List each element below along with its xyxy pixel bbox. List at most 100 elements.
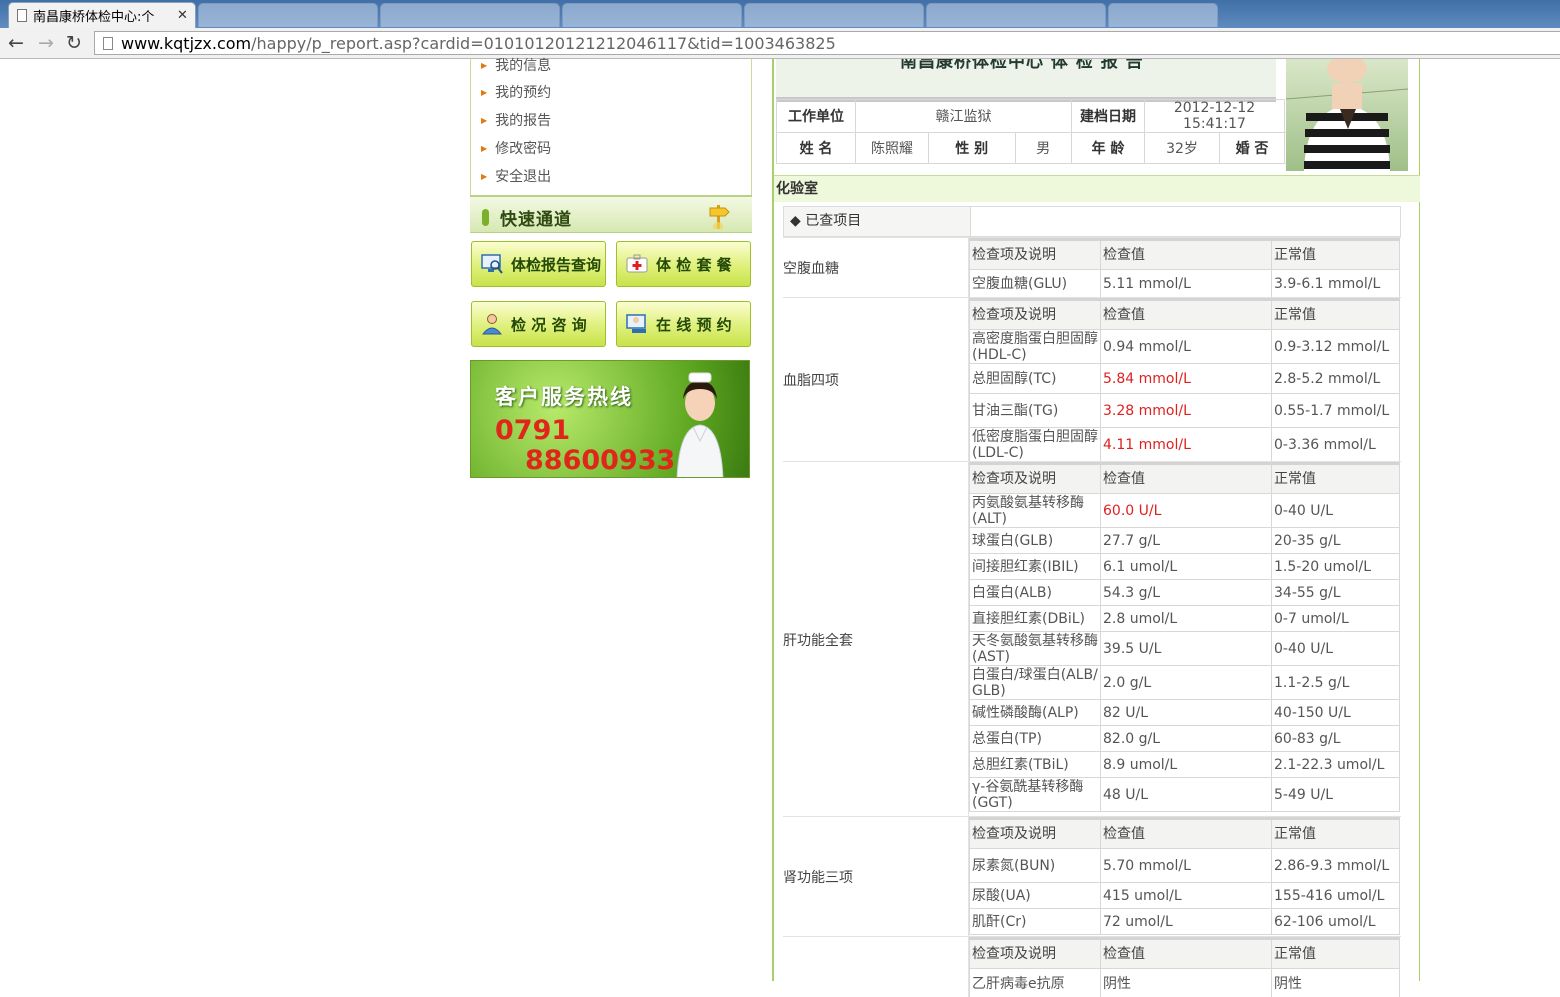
table-row: 间接胆红素(IBIL)6.1 umol/L1.5-20 umol/L bbox=[970, 554, 1400, 580]
tab-background[interactable] bbox=[744, 3, 924, 27]
menu-item-label: 修改密码 bbox=[495, 138, 551, 158]
test-value-abnormal: 4.11 mmol/L bbox=[1101, 428, 1272, 462]
page-icon bbox=[103, 37, 113, 50]
menu-item-my-appointment[interactable]: ▶我的预约 bbox=[481, 82, 551, 102]
normal-range: 0-40 U/L bbox=[1272, 494, 1400, 528]
group-table: 检查项及说明检查值正常值 尿素氮(BUN)5.70 mmol/L2.86-9.3… bbox=[969, 817, 1400, 935]
normal-range: 2.1-22.3 umol/L bbox=[1272, 752, 1400, 778]
table-row: 总胆固醇(TC)5.84 mmol/L2.8-5.2 mmol/L bbox=[970, 364, 1400, 394]
test-item: 低密度脂蛋白胆固醇(LDL-C) bbox=[970, 428, 1101, 462]
menu-item-logout[interactable]: ▶安全退出 bbox=[481, 166, 551, 186]
url-host: www.kqtjzx.com bbox=[121, 34, 251, 53]
group-table: 检查项及说明检查值正常值 丙氨酸氨基转移酶(ALT)60.0 U/L0-40 U… bbox=[969, 462, 1400, 812]
test-value: 82 U/L bbox=[1101, 700, 1272, 726]
test-value: 2.8 umol/L bbox=[1101, 606, 1272, 632]
signpost-icon bbox=[708, 201, 730, 229]
table-row: 低密度脂蛋白胆固醇(LDL-C)4.11 mmol/L0-3.36 mmol/L bbox=[970, 428, 1400, 462]
menu-item-my-report[interactable]: ▶我的报告 bbox=[481, 110, 551, 130]
file-time: 15:41:17 bbox=[1183, 116, 1246, 132]
browser-toolbar: ← → ↻ www.kqtjzx.com/happy/p_report.asp?… bbox=[0, 28, 1560, 59]
tab-background[interactable] bbox=[926, 3, 1106, 27]
table-row: 空腹血糖(GLU)5.11 mmol/L3.9-6.1 mmol/L bbox=[970, 270, 1400, 298]
file-date: 2012-12-12 bbox=[1174, 100, 1255, 116]
work-unit-value: 赣江监狱 bbox=[856, 100, 1072, 133]
tab-background[interactable] bbox=[1108, 3, 1218, 27]
group-table: 检查项及说明检查值正常值 乙肝病毒e抗原阴性阴性 bbox=[969, 937, 1400, 997]
test-item: 甘油三酯(TG) bbox=[970, 394, 1101, 428]
col-header: 正常值 bbox=[1272, 464, 1400, 494]
normal-range: 0-7 umol/L bbox=[1272, 606, 1400, 632]
test-value: 72 umol/L bbox=[1101, 909, 1272, 935]
page-icon bbox=[17, 9, 27, 22]
group-table: 检查项及说明检查值正常值 空腹血糖(GLU)5.11 mmol/L3.9-6.1… bbox=[969, 238, 1400, 298]
tab-active[interactable]: 南昌康桥体检中心:个 ✕ bbox=[8, 2, 196, 28]
test-value: 6.1 umol/L bbox=[1101, 554, 1272, 580]
test-value: 2.0 g/L bbox=[1101, 666, 1272, 700]
col-header: 检查项及说明 bbox=[970, 240, 1101, 270]
group-name: 血脂四项 bbox=[783, 298, 969, 462]
online-booking-button[interactable]: 在 线 预 约 bbox=[616, 301, 751, 347]
normal-range: 60-83 g/L bbox=[1272, 726, 1400, 752]
col-header: 正常值 bbox=[1272, 819, 1400, 849]
test-value: 54.3 g/L bbox=[1101, 580, 1272, 606]
normal-range: 40-150 U/L bbox=[1272, 700, 1400, 726]
test-item: 尿酸(UA) bbox=[970, 883, 1101, 909]
test-value: 5.11 mmol/L bbox=[1101, 270, 1272, 298]
consultation-button[interactable]: 检 况 咨 询 bbox=[471, 301, 606, 347]
tab-background[interactable] bbox=[380, 3, 560, 27]
table-row: 乙肝病毒e抗原阴性阴性 bbox=[970, 969, 1400, 997]
reload-icon[interactable]: ↻ bbox=[62, 31, 86, 55]
col-header: 正常值 bbox=[1272, 240, 1400, 270]
col-header: 正常值 bbox=[1272, 300, 1400, 330]
test-group: 血脂四项 检查项及说明检查值正常值 高密度脂蛋白胆固醇(HDL-C)0.94 m… bbox=[783, 297, 1401, 462]
service-hotline-banner: 客户服务热线 0791 88600933 bbox=[470, 360, 750, 478]
test-value-abnormal: 60.0 U/L bbox=[1101, 494, 1272, 528]
browser-tab-strip: 南昌康桥体检中心:个 ✕ bbox=[0, 0, 1560, 28]
quick-access-buttons: 体检报告查询 体 检 套 餐 检 况 咨 询 在 线 预 bbox=[470, 233, 752, 353]
table-row: 直接胆红素(DBiL)2.8 umol/L0-7 umol/L bbox=[970, 606, 1400, 632]
report-query-button[interactable]: 体检报告查询 bbox=[471, 241, 606, 287]
menu-item-change-password[interactable]: ▶修改密码 bbox=[481, 138, 551, 158]
computer-user-icon bbox=[626, 313, 648, 335]
bullet-arrow-icon: ▶ bbox=[481, 172, 487, 181]
test-item: 乙肝病毒e抗原 bbox=[970, 969, 1101, 997]
table-row: 尿酸(UA)415 umol/L155-416 umol/L bbox=[970, 883, 1400, 909]
test-value-abnormal: 3.28 mmol/L bbox=[1101, 394, 1272, 428]
gender-label: 性 别 bbox=[928, 133, 1015, 164]
test-value: 48 U/L bbox=[1101, 778, 1272, 812]
normal-range: 0-40 U/L bbox=[1272, 632, 1400, 666]
test-item: 直接胆红素(DBiL) bbox=[970, 606, 1101, 632]
patient-photo bbox=[1286, 59, 1408, 171]
test-item: 肌酐(Cr) bbox=[970, 909, 1101, 935]
header-pill-icon bbox=[482, 209, 489, 226]
checkup-package-button[interactable]: 体 检 套 餐 bbox=[616, 241, 751, 287]
table-row: 丙氨酸氨基转移酶(ALT)60.0 U/L0-40 U/L bbox=[970, 494, 1400, 528]
test-item: 球蛋白(GLB) bbox=[970, 528, 1101, 554]
col-header: 检查项及说明 bbox=[970, 939, 1101, 969]
col-header: 检查值 bbox=[1101, 464, 1272, 494]
member-menu: ▶我的信息 ▶我的预约 ▶我的报告 ▶修改密码 ▶安全退出 bbox=[470, 59, 752, 195]
table-row: 总胆红素(TBiL)8.9 umol/L2.1-22.3 umol/L bbox=[970, 752, 1400, 778]
table-header-row: 检查项及说明检查值正常值 bbox=[970, 464, 1400, 494]
address-bar[interactable]: www.kqtjzx.com/happy/p_report.asp?cardid… bbox=[94, 31, 1560, 55]
menu-item-my-info[interactable]: ▶我的信息 bbox=[481, 55, 551, 75]
tab-background[interactable] bbox=[562, 3, 742, 27]
test-item: 天冬氨酸氨基转移酶(AST) bbox=[970, 632, 1101, 666]
group-name: 肝功能全套 bbox=[783, 462, 969, 817]
close-tab-icon[interactable]: ✕ bbox=[177, 8, 188, 23]
marital-label: 婚 否 bbox=[1220, 133, 1285, 164]
age-value: 32岁 bbox=[1145, 133, 1220, 164]
tab-background[interactable] bbox=[198, 3, 378, 27]
name-label: 姓 名 bbox=[777, 133, 856, 164]
bullet-arrow-icon: ▶ bbox=[481, 116, 487, 125]
back-arrow-icon[interactable]: ← bbox=[4, 31, 28, 55]
table-row: 高密度脂蛋白胆固醇(HDL-C)0.94 mmol/L0.9-3.12 mmol… bbox=[970, 330, 1400, 364]
col-header: 检查值 bbox=[1101, 240, 1272, 270]
table-header-row: 检查项及说明检查值正常值 bbox=[970, 939, 1400, 969]
test-item: 碱性磷酸酶(ALP) bbox=[970, 700, 1101, 726]
forward-arrow-icon[interactable]: → bbox=[34, 31, 58, 55]
test-value: 0.94 mmol/L bbox=[1101, 330, 1272, 364]
patient-info-table: 工作单位 赣江监狱 建档日期 2012-12-1215:41:17 姓 名 陈照… bbox=[776, 99, 1348, 164]
test-value: 阴性 bbox=[1101, 969, 1272, 997]
group-name bbox=[783, 937, 969, 997]
